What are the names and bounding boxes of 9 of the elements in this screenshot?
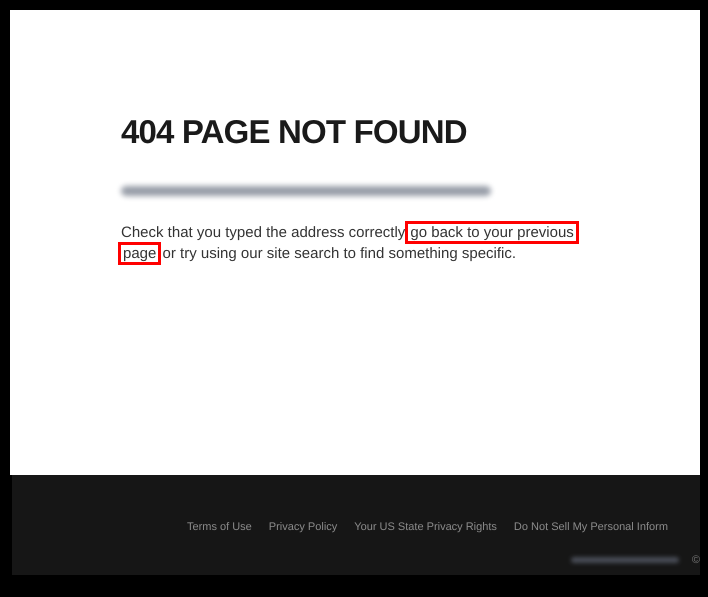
footer-link[interactable]: Do Not Sell My Personal Inform <box>514 519 668 536</box>
footer-link[interactable]: Privacy Policy <box>268 519 338 536</box>
previous-page-link[interactable]: go back to your previous <box>408 224 576 241</box>
page-heading: 404 PAGE NOT FOUND <box>121 112 467 152</box>
previous-page-link[interactable]: page <box>121 245 158 262</box>
footer-link[interactable]: Terms of Use <box>187 519 252 536</box>
error-message: Check that you typed the address correctly,go back to your previous page or try using our site search to find something specific. <box>121 222 576 264</box>
copyright-mark: © <box>692 552 700 568</box>
footer-link[interactable]: Your US State Privacy Rights <box>354 519 497 536</box>
